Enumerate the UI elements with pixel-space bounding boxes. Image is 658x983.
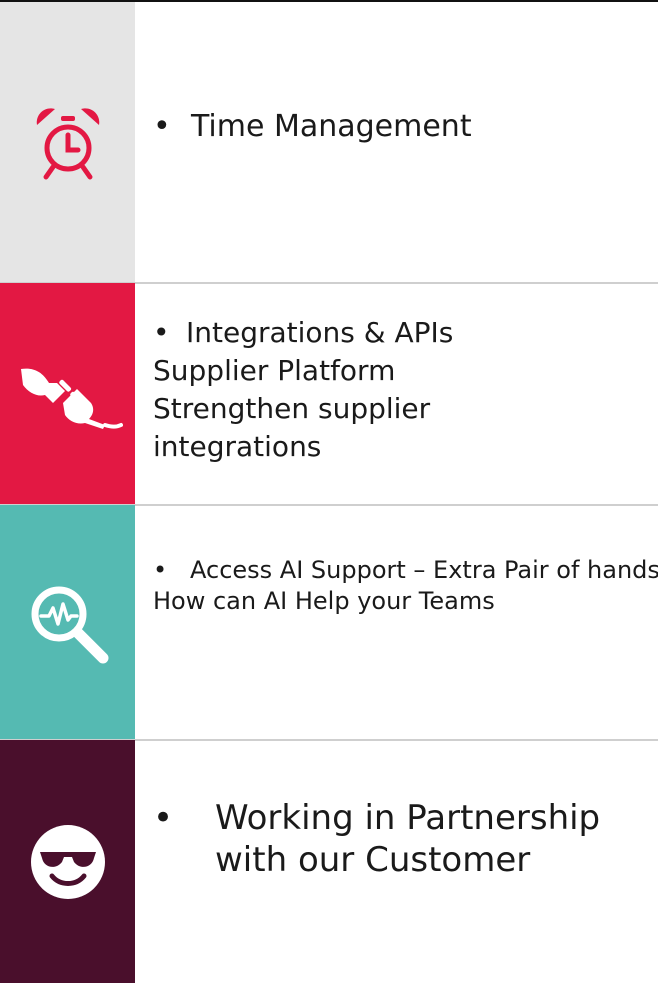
plug-icon (13, 359, 123, 429)
bullet-item: • Integrations & APIs (153, 314, 453, 352)
text-cell: • Time Management (135, 2, 658, 283)
row-time-management: • Time Management (0, 2, 658, 283)
icon-cell (0, 740, 135, 983)
bullet-marker: • (153, 556, 168, 584)
item-text: Integrations & APIs (186, 316, 454, 349)
text-cell: • Working in Partnership with our Custom… (135, 740, 658, 983)
magnifier-pulse-icon (23, 578, 113, 668)
bullet-item: • Access AI Support – Extra Pair of hand… (153, 555, 658, 586)
icon-cell (0, 505, 135, 740)
row-integrations: • Integrations & APIs Supplier Platform … (0, 283, 658, 505)
cool-face-sunglasses-icon (28, 822, 108, 902)
text-cell: • Integrations & APIs Supplier Platform … (135, 283, 658, 505)
item-text: Access AI Support – Extra Pair of hands (190, 556, 658, 584)
text-line: Supplier Platform (153, 354, 396, 387)
bullet-marker: • (153, 798, 174, 838)
row-ai-support: • Access AI Support – Extra Pair of hand… (0, 505, 658, 740)
icon-cell (0, 283, 135, 505)
row-partnership: • Working in Partnership with our Custom… (0, 740, 658, 983)
text-line: How can AI Help your Teams (153, 587, 495, 615)
text-cell: • Access AI Support – Extra Pair of hand… (135, 505, 658, 740)
item-text: Time Management (191, 109, 472, 144)
text-line: Strengthen supplier (153, 392, 431, 425)
bullet-marker: • (153, 109, 171, 144)
text-line: integrations (153, 430, 322, 463)
bullet-item: • Working in Partnership with our Custom… (153, 797, 635, 881)
item-text: Working in Partnership with our Customer (215, 798, 601, 880)
bullet-marker: • (153, 316, 170, 349)
bullet-item: • Time Management (153, 107, 472, 147)
icon-cell (0, 2, 135, 283)
alarm-clock-icon (33, 103, 103, 183)
